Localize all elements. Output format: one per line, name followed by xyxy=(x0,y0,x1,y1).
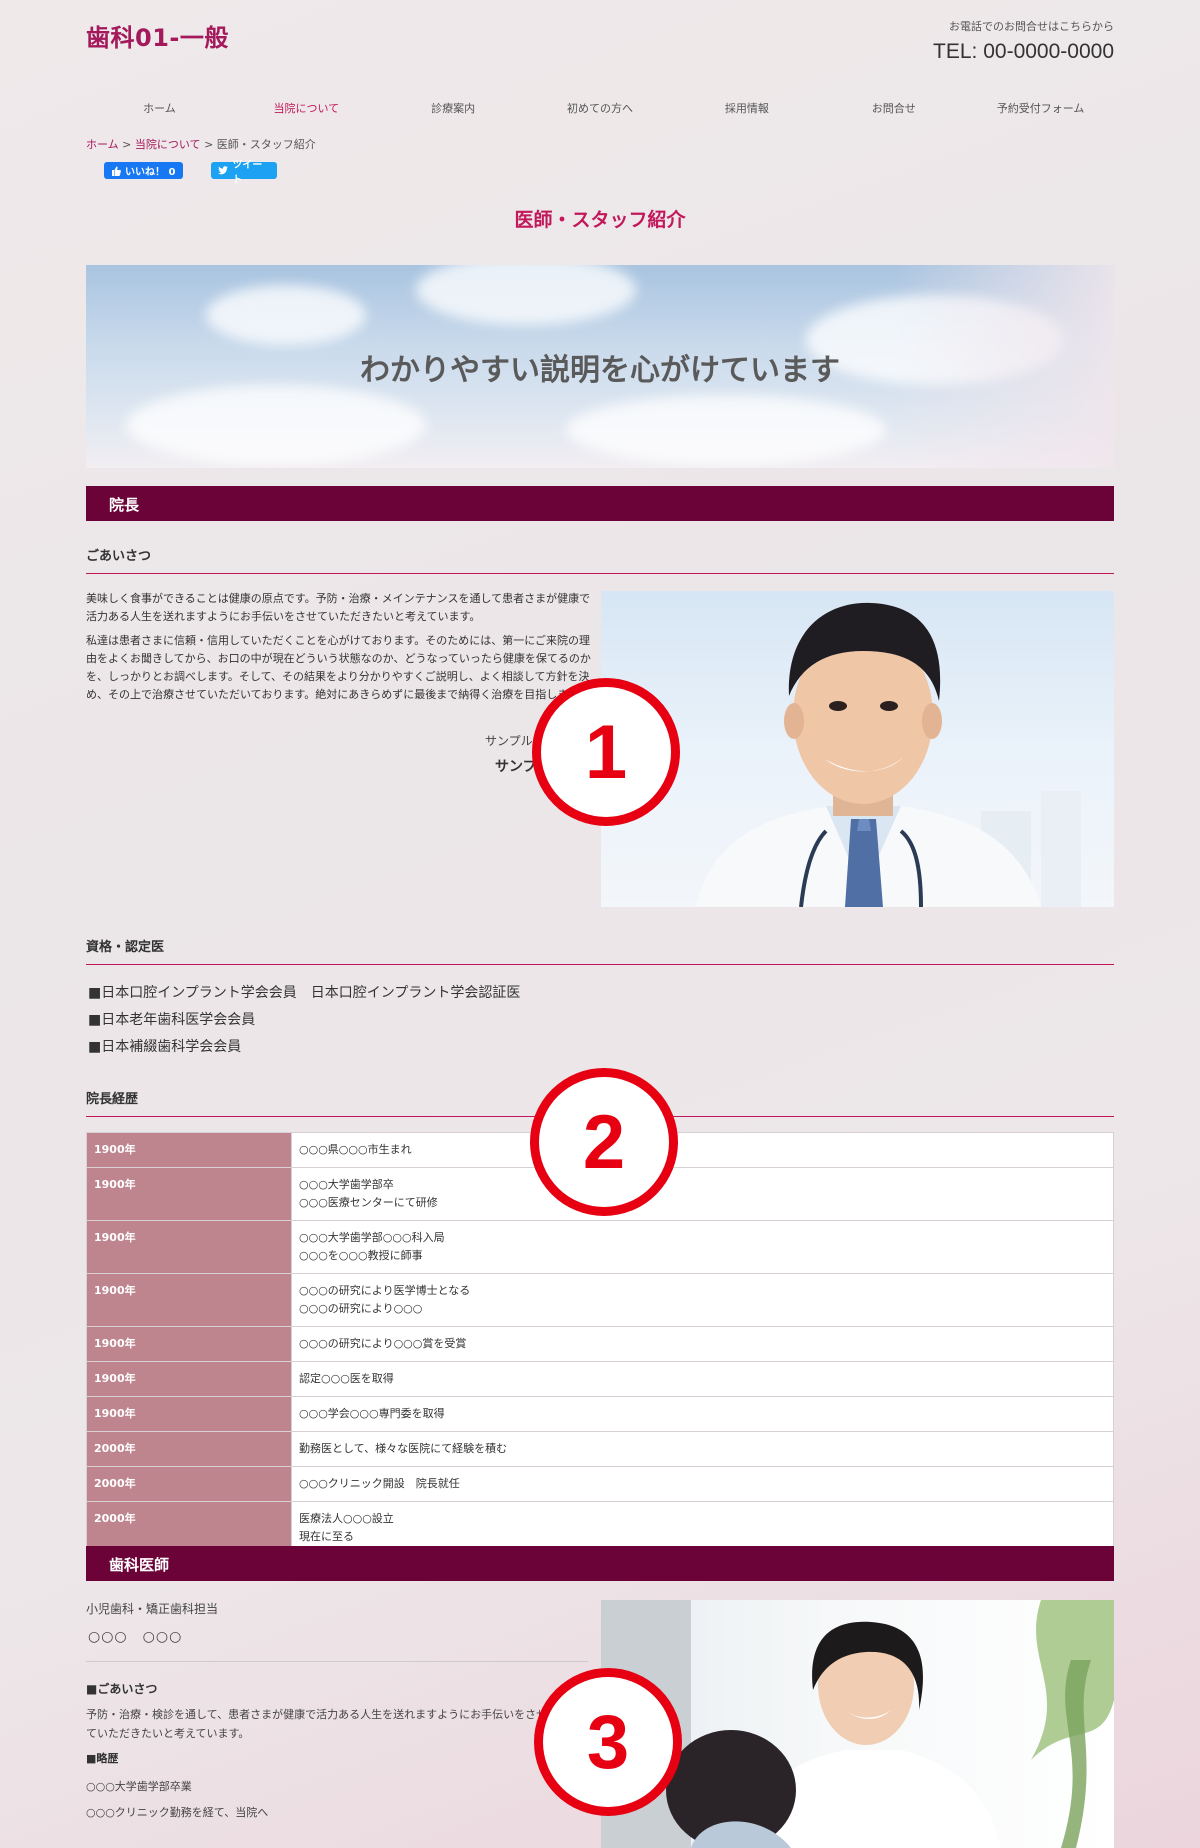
nav-item-contact[interactable]: お問合せ xyxy=(820,100,967,116)
tweet-button[interactable]: ツイート xyxy=(211,160,277,186)
section-bar-dentist: 歯科医師 xyxy=(86,1546,1114,1581)
dentist-greeting-heading: ■ごあいさつ xyxy=(86,1682,158,1696)
table-row: 2000年 ○○○クリニック開設 院長就任 xyxy=(86,1466,1114,1502)
breadcrumb-about[interactable]: 当院について xyxy=(135,138,201,151)
global-nav: ホーム 当院について 診療案内 初めての方へ 採用情報 お問合せ 予約受付フォー… xyxy=(86,100,1114,116)
facebook-like-button[interactable]: いいね！ 0 xyxy=(104,162,183,179)
dentist-role: 小児歯科・矯正歯科担当 xyxy=(86,1602,219,1616)
greeting-heading: ごあいさつ xyxy=(86,545,1114,574)
nav-item-first-visit[interactable]: 初めての方へ xyxy=(527,100,674,116)
event-cell: ○○○の研究により医学博士となる ○○○の研究により○○○ xyxy=(291,1273,1114,1327)
nav-item-home[interactable]: ホーム xyxy=(86,100,233,116)
table-row: 1900年 ○○○の研究により○○○賞を受賞 xyxy=(86,1326,1114,1362)
social-buttons: いいね！ 0 ツイート xyxy=(104,160,277,186)
thumbs-up-icon xyxy=(112,166,121,176)
table-row: 2000年 勤務医として、様々な医院にて経験を積む xyxy=(86,1431,1114,1467)
year-cell: 1900年 xyxy=(86,1326,292,1362)
hero-heading: わかりやすい説明を心がけています xyxy=(360,353,840,388)
marker-2: 2 xyxy=(530,1068,678,1216)
table-row: 1900年 ○○○大学歯学部○○○科入局 ○○○を○○○教授に師事 xyxy=(86,1220,1114,1274)
year-cell: 1900年 xyxy=(86,1132,292,1168)
marker-1: 1 xyxy=(532,678,680,826)
dentist-history-heading: ■略歴 xyxy=(86,1752,119,1765)
event-cell: ○○○クリニック開設 院長就任 xyxy=(291,1466,1114,1502)
page-title: 医師・スタッフ紹介 xyxy=(514,209,686,231)
like-label: いいね！ 0 xyxy=(125,167,176,178)
site-title[interactable]: 歯科01-一般 xyxy=(86,18,229,53)
breadcrumb-current: 医師・スタッフ紹介 xyxy=(216,138,316,151)
qualification-heading: 資格・認定医 xyxy=(86,936,1114,965)
qualification-item: ■日本老年歯科医学会会員 xyxy=(88,1012,256,1028)
signature-name: サンプ xyxy=(495,759,537,775)
nav-item-reservation[interactable]: 予約受付フォーム xyxy=(967,100,1114,116)
breadcrumb-separator: > xyxy=(122,138,132,151)
table-row: 1900年 ○○○学会○○○専門委を取得 xyxy=(86,1396,1114,1432)
signature-title: サンプル xyxy=(485,734,533,748)
qualification-item: ■日本口腔インプラント学会会員 日本口腔インプラント学会認証医 xyxy=(88,985,521,1001)
year-cell: 1900年 xyxy=(86,1220,292,1274)
event-cell: ○○○県○○○市生まれ xyxy=(291,1132,1114,1168)
contact-note: お電話でのお問合せはこちらから xyxy=(949,20,1114,33)
cloud-shape xyxy=(416,265,636,325)
director-greeting: 美味しく食事ができることは健康の原点です。予防・治療・メインテナンスを通して患者… xyxy=(86,590,592,710)
nav-item-recruit[interactable]: 採用情報 xyxy=(673,100,820,116)
greeting-paragraph: 私達は患者さまに信頼・信用していただくことを心がけております。そのためには、第一… xyxy=(86,634,591,701)
event-cell: ○○○大学歯学部卒 ○○○医療センターにて研修 xyxy=(291,1167,1114,1221)
event-cell: 勤務医として、様々な医院にて経験を積む xyxy=(291,1431,1114,1467)
year-cell: 2000年 xyxy=(86,1431,292,1467)
greeting-paragraph: 美味しく食事ができることは健康の原点です。予防・治療・メインテナンスを通して患者… xyxy=(86,592,591,623)
year-cell: 1900年 xyxy=(86,1167,292,1221)
year-cell: 1900年 xyxy=(86,1273,292,1327)
dentist-history-item: ○○○クリニック勤務を経て、当院へ xyxy=(86,1806,269,1819)
year-cell: 2000年 xyxy=(86,1466,292,1502)
divider xyxy=(86,1661,588,1662)
twitter-bird-icon xyxy=(218,166,228,175)
year-cell: 1900年 xyxy=(86,1396,292,1432)
nav-item-about[interactable]: 当院について xyxy=(233,100,380,116)
marker-3: 3 xyxy=(534,1668,682,1816)
event-cell: 認定○○○医を取得 xyxy=(291,1361,1114,1397)
qualification-list: ■日本口腔インプラント学会会員 日本口腔インプラント学会認証医 ■日本老年歯科医… xyxy=(88,980,520,1061)
event-cell: ○○○学会○○○専門委を取得 xyxy=(291,1396,1114,1432)
breadcrumb-home[interactable]: ホーム xyxy=(86,138,119,151)
hero-banner: わかりやすい説明を心がけています xyxy=(86,265,1114,468)
breadcrumb: ホーム > 当院について > 医師・スタッフ紹介 xyxy=(86,136,316,152)
dentist-history-item: ○○○大学歯学部卒業 xyxy=(86,1780,192,1793)
breadcrumb-separator: > xyxy=(204,138,214,151)
phone-number[interactable]: TEL: 00-0000-0000 xyxy=(933,40,1114,64)
cloud-shape xyxy=(126,385,426,465)
table-row: 1900年 認定○○○医を取得 xyxy=(86,1361,1114,1397)
nav-item-treatment[interactable]: 診療案内 xyxy=(380,100,527,116)
qualification-item: ■日本補綴歯科学会会員 xyxy=(88,1039,242,1055)
cloud-shape xyxy=(566,395,886,465)
dentist-name: ○○○ ○○○ xyxy=(88,1629,183,1645)
table-row: 1900年 ○○○の研究により医学博士となる ○○○の研究により○○○ xyxy=(86,1273,1114,1327)
cloud-shape xyxy=(206,285,366,345)
dentist-greeting: 予防・治療・検診を通して、患者さまが健康で活力ある人生を送れますようにお手伝いを… xyxy=(86,1708,548,1740)
year-cell: 1900年 xyxy=(86,1361,292,1397)
tweet-label: ツイート xyxy=(232,159,263,186)
event-cell: ○○○の研究により○○○賞を受賞 xyxy=(291,1326,1114,1362)
event-cell: ○○○大学歯学部○○○科入局 ○○○を○○○教授に師事 xyxy=(291,1220,1114,1274)
section-bar-director: 院長 xyxy=(86,486,1114,521)
